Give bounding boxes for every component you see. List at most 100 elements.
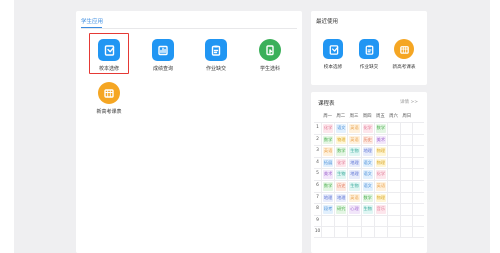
- timetable-cell: [386, 123, 400, 134]
- timetable-row: 10: [314, 226, 424, 238]
- subject-select-icon: [259, 39, 281, 61]
- course-name: 英语: [349, 135, 360, 145]
- timetable-cell: [334, 215, 347, 227]
- timetable-cell: [386, 215, 400, 227]
- timetable-cell: 生物: [347, 146, 360, 157]
- student-app-new-gaokao-timetable[interactable]: 新高考课表: [84, 78, 134, 122]
- timetable-cell: [334, 227, 347, 237]
- timetable-cell: 历史: [334, 180, 347, 192]
- course-name: 化学: [375, 170, 386, 179]
- course-name: 美术: [323, 170, 334, 179]
- course-name: 物理: [375, 147, 386, 156]
- course-name: 生物: [349, 147, 360, 156]
- timetable-cell: [400, 134, 414, 146]
- timetable-cell: [400, 204, 414, 215]
- timetable-cell: 生物: [347, 180, 360, 192]
- course-name: 生物: [349, 181, 360, 191]
- course-name: 地理: [336, 193, 347, 203]
- timetable-cell: 地理: [334, 192, 347, 204]
- student-app-subject-select[interactable]: 学生选科: [245, 35, 295, 79]
- course-name: 化学: [336, 158, 347, 168]
- course-name: 拓展: [323, 158, 334, 168]
- period-number: 2: [316, 136, 319, 142]
- course-name: 物理: [336, 135, 347, 145]
- app-label: 新高考课表: [392, 65, 416, 70]
- timetable-cell: [386, 134, 400, 146]
- recent-apps-title: 最近使用: [316, 19, 339, 25]
- grade-query-icon: [152, 39, 174, 61]
- timetable-cell: 音乐: [373, 204, 387, 215]
- period-number: 4: [316, 159, 319, 165]
- timetable-cell: 心理: [347, 204, 360, 215]
- timetable-panel: 课程表 详情 >> 周一 周二 周三 周四 周五 周六 周日 1 化学 语文 英语 化学 数学 2 数学 物理…: [311, 92, 427, 253]
- recent-app-homework-missing[interactable]: 作业缺交: [351, 37, 387, 77]
- timetable-cell: 研究: [334, 204, 347, 215]
- course-name: 地理: [349, 158, 360, 168]
- timetable-cell: [386, 204, 400, 215]
- timetable-day-header: 周三: [349, 114, 359, 119]
- course-name: 化学: [362, 124, 373, 133]
- timetable-cell: [400, 169, 414, 180]
- course-name: 历史: [336, 181, 347, 191]
- timetable-day-header: 周六: [389, 114, 398, 119]
- app-label: 新高考课表: [96, 109, 122, 115]
- timetable-cell: [360, 215, 374, 227]
- timetable-cell: 语文: [334, 123, 347, 134]
- timetable-day-header: 周四: [362, 114, 372, 119]
- timetable-cell: 英语: [347, 134, 360, 146]
- student-app-grade-query[interactable]: 成绩查询: [138, 35, 188, 79]
- timetable-cell: 化学: [334, 157, 347, 169]
- course-name: 地理: [349, 170, 360, 179]
- right-margin: [490, 0, 500, 253]
- period-number: 1: [316, 125, 319, 130]
- timetable-cell: 语文: [360, 169, 374, 180]
- course-name: 生物: [336, 170, 347, 179]
- student-apps-title[interactable]: 学生应用: [81, 17, 103, 25]
- course-name: 英语: [349, 193, 360, 203]
- timetable-cell: 英语: [373, 180, 387, 192]
- timetable-cell: 物理: [373, 192, 387, 204]
- homework-missing-icon: [205, 39, 227, 61]
- course-name: 数学: [323, 135, 334, 145]
- course-name: 语文: [362, 158, 373, 168]
- timetable-details-link[interactable]: 详情 >>: [400, 99, 418, 105]
- app-label: 成绩查询: [152, 66, 173, 72]
- timetable-cell: [400, 123, 414, 134]
- course-name: 地理: [362, 147, 373, 156]
- timetable-cell: [400, 192, 414, 204]
- timetable-cell: [321, 227, 334, 237]
- timetable-cell: 地理: [321, 192, 334, 204]
- course-name: 数学: [336, 147, 347, 156]
- timetable-cell: [386, 227, 400, 237]
- period-number: 6: [316, 182, 319, 188]
- timetable-cell: [400, 157, 414, 169]
- course-name: 英语: [375, 181, 386, 191]
- timetable-cell: 物理: [373, 146, 387, 157]
- app-label: 学生选科: [259, 66, 280, 72]
- timetable-cell: [400, 146, 414, 157]
- timetable-cell: [400, 215, 414, 227]
- period-number: 9: [316, 217, 319, 223]
- timetable-day-header: 周日: [402, 114, 412, 119]
- timetable-cell: [400, 227, 414, 237]
- recent-app-elective-course[interactable]: 校本选修: [315, 37, 351, 77]
- new-gaokao-timetable-icon: [98, 82, 120, 104]
- timetable-row: 9: [314, 214, 424, 227]
- timetable-cell: [373, 227, 387, 237]
- course-name: 化学: [323, 124, 334, 133]
- timetable-cell: 地理: [360, 146, 374, 157]
- timetable-cell: 历史: [360, 134, 374, 146]
- timetable-cell: [360, 227, 374, 237]
- timetable-cell: 语文: [360, 180, 374, 192]
- timetable-cell: 化学: [321, 123, 334, 134]
- active-tab-underline: [81, 27, 102, 28]
- student-app-homework-missing[interactable]: 作业缺交: [191, 35, 241, 79]
- recent-app-new-gaokao-timetable[interactable]: 新高考课表: [386, 37, 422, 77]
- timetable-title: 课程表: [318, 101, 335, 107]
- timetable-cell: 语文: [360, 157, 374, 169]
- course-name: 英语: [323, 147, 334, 156]
- timetable-cell: 生物: [334, 169, 347, 180]
- timetable-cell: 拓展: [321, 157, 334, 169]
- timetable-day-header: 周一: [323, 114, 332, 119]
- selected-app-highlight: [89, 33, 129, 74]
